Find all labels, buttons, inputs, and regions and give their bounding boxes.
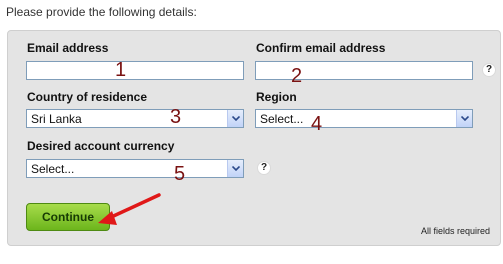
region-select[interactable]: Select... [255,109,473,128]
country-select[interactable]: Sri Lanka [26,109,244,128]
annotation-arrow-icon [98,193,161,225]
confirm-email-input[interactable] [255,61,473,80]
currency-help-icon[interactable]: ? [257,161,271,175]
currency-select-value: Select... [31,162,75,176]
region-dropdown-button[interactable] [456,110,472,127]
annotation-number-4: 4 [311,113,323,135]
chevron-down-icon [461,116,469,121]
annotation-number-1: 1 [115,59,127,81]
chevron-down-icon [232,166,240,171]
country-select-value: Sri Lanka [31,112,82,126]
currency-select[interactable]: Select... [26,159,244,178]
confirm-email-help-icon[interactable]: ? [482,63,496,77]
chevron-down-icon [232,116,240,121]
country-dropdown-button[interactable] [227,110,243,127]
annotation-number-2: 2 [291,65,303,87]
confirm-email-label: Confirm email address [256,41,386,55]
region-select-value: Select... [260,112,304,126]
annotation-number-5: 5 [174,163,186,185]
intro-text: Please provide the following details: [6,5,197,19]
currency-label: Desired account currency [27,139,175,153]
currency-dropdown-button[interactable] [227,160,243,177]
annotation-number-3: 3 [170,106,182,128]
email-label: Email address [27,41,109,55]
email-input[interactable] [26,61,244,80]
country-label: Country of residence [27,90,148,104]
region-label: Region [256,90,297,104]
required-fields-note: All fields required [421,226,491,236]
